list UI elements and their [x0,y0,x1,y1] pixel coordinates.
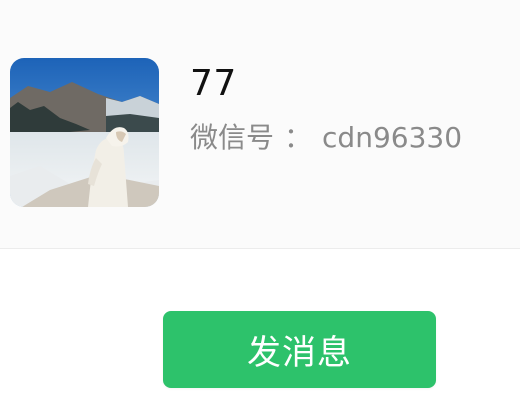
wechat-id-value: cdn96330 [322,121,463,154]
contact-profile-page: 77 微信号 ： cdn96330 发消息 [0,0,520,412]
wechat-id-separator: ： [284,121,313,154]
avatar-photo [10,58,159,207]
avatar[interactable] [10,58,159,207]
send-message-button[interactable]: 发消息 [163,311,436,388]
contact-nickname: 77 [190,63,237,104]
profile-card: 77 微信号 ： cdn96330 [0,0,520,249]
action-area: 发消息 [0,249,520,412]
wechat-id-label: 微信号 [190,121,275,154]
wechat-id-row: 微信号 ： cdn96330 [190,120,462,156]
